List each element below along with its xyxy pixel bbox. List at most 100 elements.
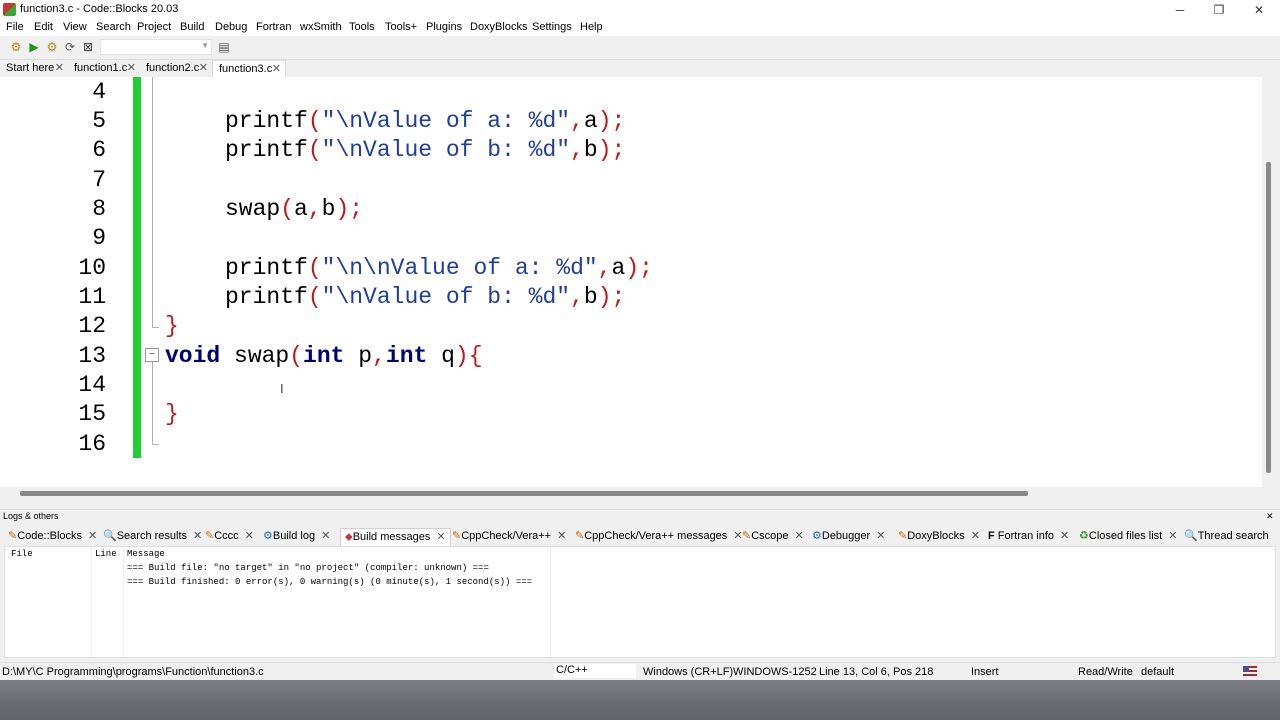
menu-view[interactable]: View [63,21,87,33]
build-target-combo[interactable]: ▼ [100,39,212,55]
menu-help[interactable]: Help [580,21,603,33]
menu-tools[interactable]: Tools [349,21,375,33]
editor-tab-bar: Start here ✕ function1.c ✕ function2.c ✕ fu… [0,60,1280,77]
menu-wxsmith[interactable]: wxSmith [300,21,342,33]
menu-doxyblocks[interactable]: DoxyBlocks [470,21,527,33]
tab-cppcheck-messages[interactable]: ✎CppCheck/Vera++ messages ✕ [575,528,743,546]
close-icon[interactable]: ✕ [55,60,64,76]
stop-icon[interactable]: ⊠ [80,39,96,55]
status-eol: Windows (CR+LF) [643,666,734,678]
tab-label: CppCheck/Vera++ [461,530,552,542]
tab-cppcheck[interactable]: ✎CppCheck/Vera++ ✕ [452,528,566,546]
column-header-message[interactable]: Message [127,549,165,559]
menu-fortran[interactable]: Fortran [256,21,291,33]
build-messages-list[interactable]: File Line Message === Build file: "no ta… [4,546,1276,658]
tab-thread-search[interactable]: 🔍Thread search [1184,528,1269,546]
rebuild-icon[interactable]: ⟳ [62,39,78,55]
close-icon[interactable]: ✕ [245,530,254,542]
toolbar: ⚙ ▶ ⚙ ⟳ ⊠ ▼ ▤ [0,36,1280,60]
tab-codeblocks-log[interactable]: ✎Code::Blocks ✕ [8,528,97,546]
maximize-button[interactable]: ❐ [1199,0,1239,20]
close-icon[interactable]: ✕ [557,530,566,542]
scrollbar-thumb[interactable] [20,491,1028,496]
tab-start-here[interactable]: Start here ✕ [0,60,68,77]
menu-search[interactable]: Search [96,21,131,33]
tab-label: Build messages [352,531,431,543]
code-line-13: void swap(int p,int q){ [165,343,483,369]
status-language: C/C++ [554,664,636,678]
codeblocks-logo-icon [3,3,16,16]
tab-build-messages[interactable]: ⬥Build messages ✕ [340,528,451,546]
status-encoding: WINDOWS-1252 [733,666,817,678]
close-icon[interactable]: ✕ [795,530,804,542]
code-token: b [321,196,336,222]
code-line-12: } [165,313,179,339]
close-icon[interactable]: ✕ [321,530,330,542]
close-icon[interactable]: ✕ [88,530,97,542]
menu-plugins[interactable]: Plugins [426,21,462,33]
code-token: , [570,137,584,163]
tab-fortran-info[interactable]: F Fortran info ✕ [988,528,1069,546]
gear-icon: ⚙ [263,530,273,542]
menu-tools-plus[interactable]: Tools+ [385,21,417,33]
close-icon[interactable]: ✕ [1168,530,1177,542]
fortran-icon: F [988,530,995,542]
close-icon[interactable]: ✕ [1266,511,1274,522]
close-icon[interactable]: ✕ [199,60,208,76]
menu-file[interactable]: File [6,21,24,33]
close-icon[interactable]: ✕ [193,530,202,542]
fold-end [152,444,159,445]
code-token: q [427,343,455,369]
menu-build[interactable]: Build [180,21,204,33]
tab-build-log[interactable]: ⚙Build log ✕ [263,528,330,546]
code-editor[interactable]: 4 5 6 7 8 9 10 11 12 13 14 15 16 − print… [0,77,1280,487]
fold-line [152,77,153,327]
gear-play-icon[interactable]: ⚙ [44,39,60,55]
code-token: ) [454,343,469,369]
tab-doxyblocks[interactable]: ✎DoxyBlocks ✕ [898,528,980,546]
tab-cccc[interactable]: ✎Cccc ✕ [205,528,254,546]
menu-project[interactable]: Project [137,21,171,33]
close-icon[interactable]: ✕ [272,61,281,77]
gear-icon[interactable]: ⚙ [8,39,24,55]
tab-function2[interactable]: function2.c ✕ [140,60,212,77]
fold-toggle-icon[interactable]: − [145,348,159,362]
menu-settings[interactable]: Settings [532,21,572,33]
close-icon[interactable]: ✕ [876,530,885,542]
menu-edit[interactable]: Edit [34,21,53,33]
tab-label: Cccc [214,530,239,542]
tab-cscope[interactable]: ✎Cscope ✕ [742,528,804,546]
close-icon[interactable]: ✕ [971,530,980,542]
tab-debugger[interactable]: ⚙Debugger ✕ [812,528,885,546]
horizontal-scrollbar[interactable] [0,487,1280,501]
select-target-icon[interactable]: ▤ [216,39,232,55]
column-header-line[interactable]: Line [95,549,117,559]
menu-debug[interactable]: Debug [215,21,247,33]
line-number: 16 [78,431,106,457]
code-token: , [372,343,386,369]
code-token: printf [225,255,308,281]
window-title: function3.c - Code::Blocks 20.03 [20,3,179,15]
code-line-15: } [165,401,179,427]
tab-closed-files[interactable]: ♻Closed files list ✕ [1079,528,1177,546]
tab-label: Build log [272,530,316,542]
code-token: ( [307,108,322,134]
column-divider [550,547,551,657]
tab-function3[interactable]: function3.c ✕ [212,60,286,77]
scrollbar-thumb[interactable] [1266,162,1271,473]
close-icon[interactable]: ✕ [436,531,445,543]
close-icon[interactable]: ✕ [127,60,136,76]
search-icon: 🔍 [1184,530,1198,542]
play-icon[interactable]: ▶ [26,39,42,55]
close-icon[interactable]: ✕ [1060,530,1069,542]
gear-icon: ⚙ [812,530,822,542]
minimize-button[interactable]: ─ [1160,0,1200,20]
code-token: ); [597,137,626,163]
closed-files-icon: ♻ [1079,530,1089,542]
tab-search-results[interactable]: 🔍Search results ✕ [103,528,202,546]
code-token: a [583,108,598,134]
tab-function1[interactable]: function1.c ✕ [68,60,140,77]
vertical-scrollbar[interactable] [1262,77,1280,487]
close-button[interactable]: ✕ [1239,0,1279,20]
column-header-file[interactable]: File [11,549,33,559]
